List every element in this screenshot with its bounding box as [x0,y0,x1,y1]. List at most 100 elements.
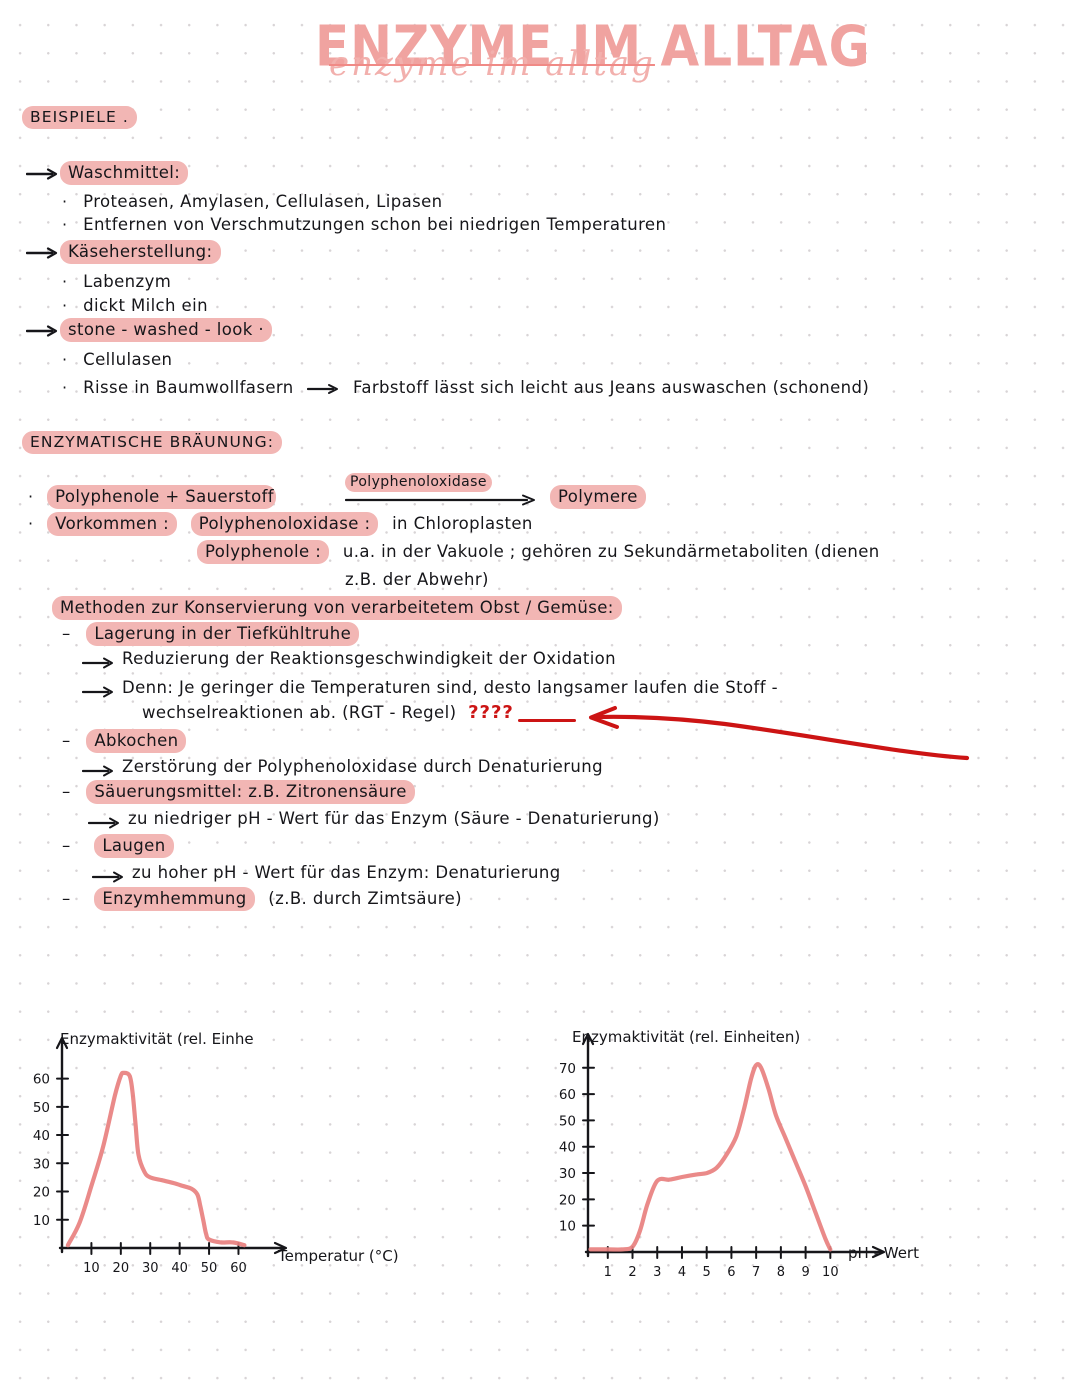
method-laugen: – Laugen [62,834,174,858]
chart-temperature-plot: 10 20 30 40 50 60 10 20 30 40 50 60 [33,1036,288,1276]
dash-marker: – [62,782,71,801]
svg-text:30: 30 [559,1166,576,1182]
reaction-equation: · Polyphenole + Sauerstoff [28,485,277,509]
reaction-catalyst: Polyphenoloxidase [345,473,492,492]
method-saeuerungsmittel-label: Säuerungsmittel: z.B. Zitronensäure [86,780,415,804]
bullet-waschmittel-1-text: Proteasen, Amylasen, Cellulasen, Lipasen [83,192,443,211]
svg-text:4: 4 [678,1265,686,1280]
svg-text:40: 40 [559,1140,576,1156]
polyphenole-value: u.a. in der Vakuole ; gehören zu Sekundä… [342,542,880,561]
bullet-dot: · [62,192,68,211]
svg-text:60: 60 [559,1087,576,1103]
beispiel-heading-kaeseherstellung-label: Käseherstellung: [60,240,221,264]
reaction-right-side: Polymere [550,485,646,509]
arrow-waschmittel-icon [26,163,60,182]
methoden-heading: Methoden zur Konservierung von verarbeit… [52,596,622,620]
reaction-arrow-icon [344,494,540,514]
svg-text:60: 60 [33,1072,50,1088]
bullet-dot: · [62,350,68,369]
bullet-stone-1-text: Cellulasen [83,350,173,369]
reaction-catalyst-label: Polyphenoloxidase [345,473,492,492]
bullet-waschmittel-2-text: Entfernen von Verschmutzungen schon bei … [83,215,667,234]
method-abkochen-label: Abkochen [86,729,187,753]
reaction-right-side-label: Polymere [550,485,646,509]
svg-text:10: 10 [822,1265,839,1280]
method-lagerung-sub-2: Denn: Je geringer die Temperaturen sind,… [122,678,778,697]
page-title: ENZYME IM ALLTAG enzyme im alltag [315,14,871,84]
beispiel-heading-waschmittel: Waschmittel: [60,161,189,185]
arrow-abkochen-sub-icon [82,760,116,779]
red-question-annotation: ???? [468,702,514,723]
polyphenole-continuation: z.B. der Abwehr) [345,570,489,589]
method-lagerung: – Lagerung in der Tiefkühltruhe [62,622,360,646]
arrow-stonewashed-icon [26,320,60,339]
bullet-waschmittel-1: · Proteasen, Amylasen, Cellulasen, Lipas… [62,192,443,211]
chart-temperature: Enzymaktivität (rel. Einhe Temperatur (°… [20,1020,490,1310]
bullet-stone-2-arrow-text: Farbstoff lässt sich leicht aus Jeans au… [352,378,870,397]
method-lagerung-label: Lagerung in der Tiefkühltruhe [86,622,360,646]
bullet-dot: · [62,215,68,234]
bullet-kaese-1-text: Labenzym [83,272,172,291]
svg-text:7: 7 [752,1265,760,1280]
method-saeuerungsmittel: – Säuerungsmittel: z.B. Zitronensäure [62,780,415,804]
svg-text:9: 9 [801,1265,809,1280]
method-enzymhemmung-trailing: (z.B. durch Zimtsäure) [268,889,462,908]
svg-text:10: 10 [559,1219,576,1235]
svg-text:3: 3 [653,1265,661,1280]
section-heading-beispiele-label: BEISPIELE . [22,106,137,129]
method-saeuerungsmittel-sub-1: zu niedriger pH - Wert für das Enzym (Sä… [128,809,660,828]
bullet-stone-1: · Cellulasen [62,350,172,369]
method-lagerung-sub-2-continuation-text: wechselreaktionen ab. (RGT - Regel) [142,703,457,722]
polyphenole-row: Polyphenole : u.a. in der Vakuole ; gehö… [197,540,880,564]
svg-text:50: 50 [33,1100,50,1116]
vorkommen-line1-key: Polyphenoloxidase : [190,512,379,536]
dash-marker: – [62,731,71,750]
section-heading-beispiele: BEISPIELE . [22,106,137,129]
svg-text:20: 20 [113,1261,130,1276]
bullet-dot: · [28,514,34,533]
method-laugen-label: Laugen [94,834,174,858]
svg-text:40: 40 [33,1128,50,1144]
bullet-kaese-1: · Labenzym [62,272,171,291]
beispiel-heading-stonewashed: stone - washed - look · [60,318,272,342]
svg-text:20: 20 [33,1185,50,1201]
reaction-left-side: Polyphenole + Sauerstoff [47,485,277,509]
beispiel-heading-kaeseherstellung: Käseherstellung: [60,240,221,264]
red-underline-annotation [518,719,576,722]
svg-text:50: 50 [201,1261,218,1276]
section-heading-braunung-label: ENZYMATISCHE BRÄUNUNG: [22,431,283,454]
bullet-kaese-2: · dickt Milch ein [62,296,208,315]
svg-text:2: 2 [628,1265,636,1280]
svg-text:10: 10 [33,1213,50,1229]
svg-text:60: 60 [230,1261,247,1276]
svg-text:6: 6 [727,1265,735,1280]
vorkommen-row: · Vorkommen : Polyphenoloxidase : in Chl… [28,512,533,536]
bullet-kaese-2-text: dickt Milch ein [83,296,208,315]
svg-text:70: 70 [559,1061,576,1077]
beispiel-heading-stonewashed-label: stone - washed - look · [60,318,272,342]
bullet-dot: · [62,378,68,397]
svg-text:10: 10 [83,1261,100,1276]
method-lagerung-sub-1: Reduzierung der Reaktionsgeschwindigkeit… [122,649,617,668]
svg-text:40: 40 [171,1261,188,1276]
vorkommen-label: Vorkommen : [47,512,178,536]
method-enzymhemmung: – Enzymhemmung (z.B. durch Zimtsäure) [62,887,462,911]
page-title-script-overlay: enzyme im alltag [329,44,655,84]
arrow-lagerung-sub2-icon [82,681,116,700]
arrow-kaeseherstellung-icon [26,242,60,261]
bullet-dot: · [62,296,68,315]
svg-text:30: 30 [33,1156,50,1172]
methoden-heading-label: Methoden zur Konservierung von verarbeit… [52,596,622,620]
dash-marker: – [62,624,71,643]
arrow-lagerung-sub1-icon [82,652,116,671]
bullet-stone-2-text: Risse in Baumwollfasern [83,378,294,397]
bullet-stone-2: · Risse in Baumwollfasern Farbstoff läss… [62,378,869,397]
arrow-inline-icon [307,378,347,397]
section-heading-braunung: ENZYMATISCHE BRÄUNUNG: [22,431,283,454]
svg-text:1: 1 [604,1265,612,1280]
dash-marker: – [62,889,71,908]
bullet-dot: · [62,272,68,291]
bullet-dot: · [28,487,34,506]
method-laugen-sub-1: zu hoher pH - Wert für das Enzym: Denatu… [132,863,561,882]
polyphenole-key: Polyphenole : [197,540,330,564]
